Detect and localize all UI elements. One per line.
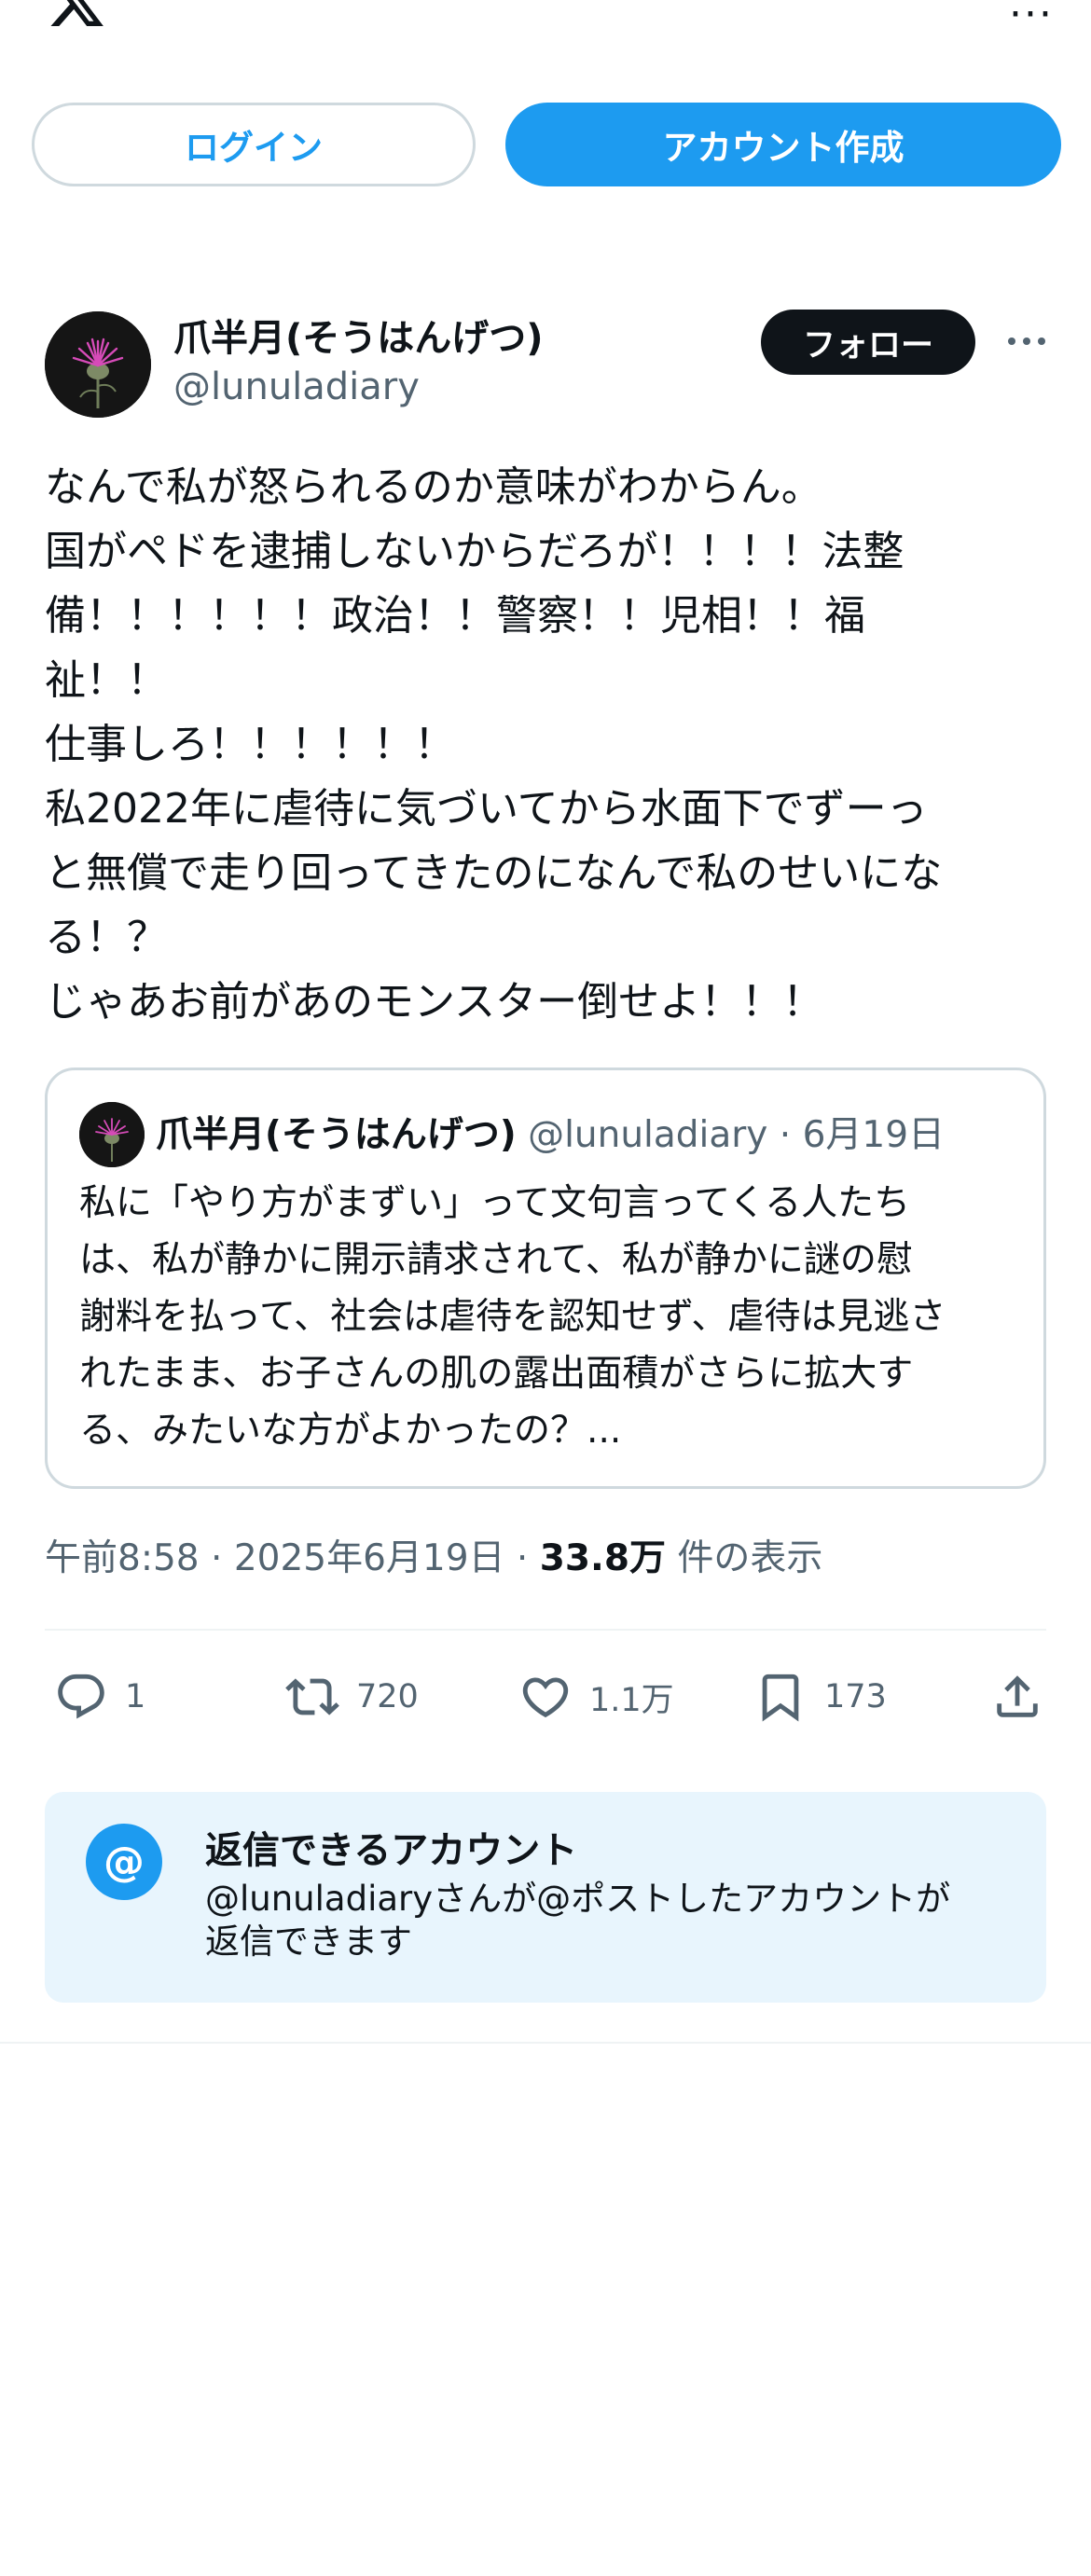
follow-button[interactable]: フォロー: [761, 310, 975, 375]
quoted-author-avatar: [79, 1102, 145, 1167]
bookmark-count: 173: [824, 1678, 887, 1715]
top-bar: ···: [0, 0, 1091, 56]
like-count: 1.1万: [589, 1681, 674, 1719]
thistle-flower-icon: [79, 1102, 145, 1167]
post-text-line: 仕事しろ！！！！！！: [45, 721, 455, 768]
post-text-line: 私2022年に虐待に気づいてから水面下でずーっ: [45, 785, 928, 833]
post-text-line: じゃあお前があのモンスター倒せよ！！！: [45, 978, 824, 1026]
post-text-line: と無償で走り回ってきたのになんで私のせいにな: [45, 849, 943, 897]
repost-icon: [285, 1678, 339, 1715]
reply-settings-title: 返信できるアカウント: [205, 1829, 578, 1872]
share-icon: [997, 1675, 1038, 1717]
login-button[interactable]: ログイン: [32, 103, 476, 186]
reply-icon: [58, 1674, 104, 1719]
action-bar: 1 720 1.1万 173: [45, 1660, 1046, 1734]
post-date[interactable]: 2025年6月19日: [234, 1537, 505, 1579]
separator-dot: ·: [211, 1537, 223, 1579]
quoted-post-date: 6月19日: [802, 1114, 946, 1156]
quoted-text-line: 私に「やり方がまずい」って文句言ってくる人たち: [79, 1182, 911, 1224]
quoted-text-line: る、みたいな方がよかったの？...: [79, 1410, 622, 1452]
author-name[interactable]: 爪半月(そうはんげつ): [173, 308, 544, 362]
auth-buttons: ログイン アカウント作成: [32, 103, 1061, 186]
separator-dot: ·: [779, 1114, 792, 1156]
quoted-post-text: 私に「やり方がまずい」って文句言ってくる人たち は、私が静かに開示請求されて、私…: [79, 1175, 1021, 1459]
post-more-icon[interactable]: [1003, 323, 1050, 360]
post-text-line: 国がペドを逮捕しないからだろが！！！！法整: [45, 528, 905, 575]
signup-button[interactable]: アカウント作成: [505, 103, 1061, 186]
like-button[interactable]: 1.1万: [518, 1669, 674, 1725]
post-text-line: 祉！！: [45, 656, 168, 704]
repost-count: 720: [356, 1678, 419, 1715]
quoted-text-line: れたまま、お子さんの肌の露出面積がさらに拡大す: [79, 1353, 914, 1395]
quoted-text-line: は、私が静かに開示請求されて、私が静かに謎の慰: [79, 1239, 913, 1281]
bookmark-button[interactable]: 173: [753, 1669, 887, 1725]
author-avatar[interactable]: [45, 311, 151, 418]
at-sign-icon: @: [86, 1824, 162, 1900]
divider: [0, 2042, 1091, 2044]
views-label: 件の表示: [677, 1537, 823, 1579]
quoted-post[interactable]: 爪半月(そうはんげつ) @lunuladiary · 6月19日 私に「やり方が…: [45, 1068, 1046, 1489]
post-time[interactable]: 午前8:58: [45, 1537, 200, 1579]
reply-desc-line: 返信できます: [205, 1922, 412, 1962]
thistle-flower-icon: [45, 311, 151, 418]
x-logo-icon[interactable]: [43, 0, 110, 32]
heart-icon: [522, 1677, 569, 1718]
separator-dot: ·: [516, 1537, 529, 1579]
reply-settings-description: @lunuladiaryさんが@ポストしたアカウントが 返信できます: [205, 1878, 1026, 1963]
repost-button[interactable]: 720: [285, 1669, 419, 1725]
reply-desc-line: @lunuladiaryさんが@ポストしたアカウントが: [205, 1879, 951, 1919]
quoted-post-header: 爪半月(そうはんげつ) @lunuladiary · 6月19日: [156, 1106, 945, 1158]
more-menu-icon[interactable]: ···: [1009, 0, 1054, 35]
author-handle[interactable]: @lunuladiary: [173, 365, 420, 408]
post-text-line: 備！！！！！！政治！！警察！！児相！！福: [45, 592, 865, 640]
post-text-line: なんで私が怒られるのか意味がわからん。: [45, 463, 822, 511]
bookmark-icon: [762, 1674, 799, 1722]
quoted-text-line: 謝料を払って、社会は虐待を認知せず、虐待は見逃さ: [79, 1296, 946, 1338]
reply-count: 1: [125, 1678, 146, 1715]
post-meta: 午前8:58 · 2025年6月19日 · 33.8万 件の表示: [45, 1529, 822, 1581]
post-text: なんで私が怒られるのか意味がわからん。 国がペドを逮捕しないからだろが！！！！法…: [45, 455, 1052, 1034]
reply-button[interactable]: 1: [54, 1669, 145, 1725]
quoted-author-name: 爪半月(そうはんげつ): [156, 1114, 517, 1156]
views-count: 33.8万: [539, 1537, 666, 1579]
post-text-line: る！？: [45, 914, 168, 961]
divider: [45, 1629, 1046, 1631]
reply-settings-box: @ 返信できるアカウント @lunuladiaryさんが@ポストしたアカウントが…: [45, 1792, 1046, 2003]
share-button[interactable]: [990, 1669, 1044, 1725]
quoted-author-handle: @lunuladiary: [528, 1114, 768, 1156]
